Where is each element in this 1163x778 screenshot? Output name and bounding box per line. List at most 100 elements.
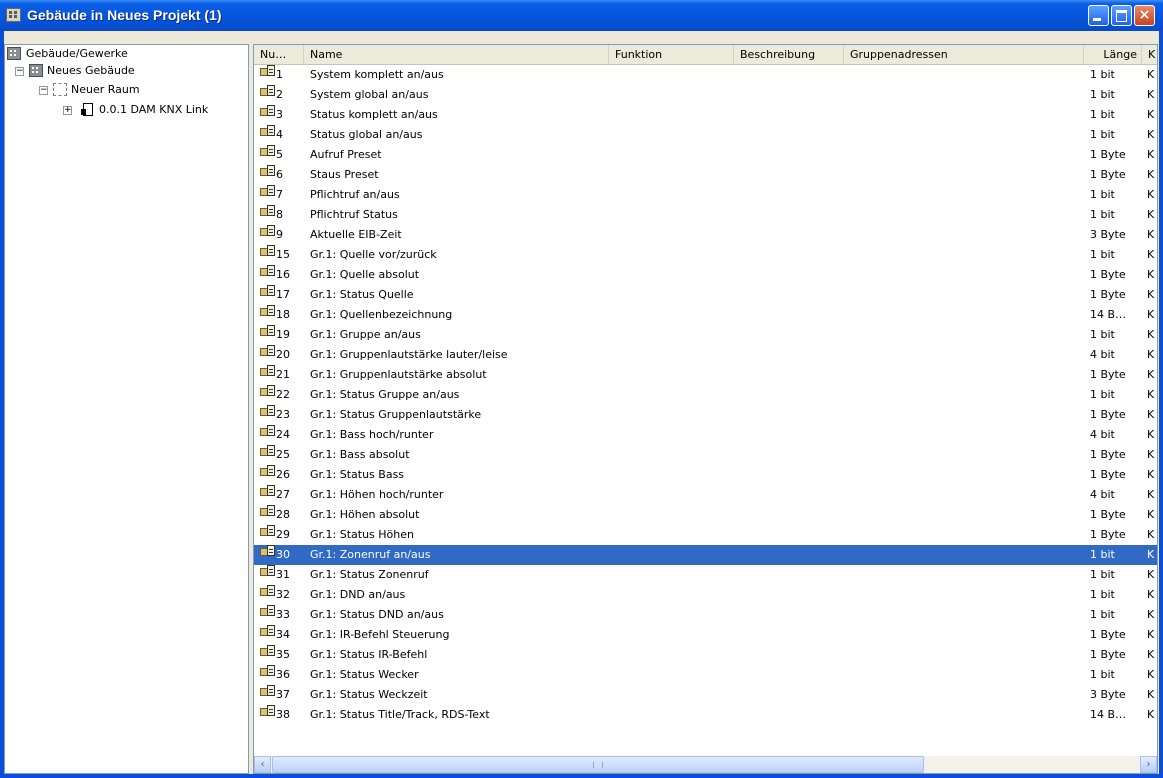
row-number: 5 <box>276 148 283 161</box>
row-length: 1 bit <box>1090 68 1115 81</box>
table-row[interactable]: 26 Gr.1: Status Bass 1 Byte K <box>254 465 1157 485</box>
table-row[interactable]: 23 Gr.1: Status Gruppenlautstärke 1 Byte K <box>254 405 1157 425</box>
table-row[interactable]: 9 Aktuelle EIB-Zeit 3 Byte K <box>254 225 1157 245</box>
table-row[interactable]: 5 Aufruf Preset 1 Byte K <box>254 145 1157 165</box>
table-row[interactable]: 30 Gr.1: Zonenruf an/aus 1 bit K <box>254 545 1157 565</box>
table-row[interactable]: 16 Gr.1: Quelle absolut 1 Byte K <box>254 265 1157 285</box>
row-name: Gr.1: Bass absolut <box>310 448 410 461</box>
table-row[interactable]: 3 Status komplett an/aus 1 bit K <box>254 105 1157 125</box>
row-length: 1 bit <box>1090 188 1115 201</box>
room-icon <box>53 83 67 96</box>
row-number: 9 <box>276 228 283 241</box>
table-row[interactable]: 35 Gr.1: Status IR-Befehl 1 Byte K <box>254 645 1157 665</box>
scroll-right-button[interactable]: › <box>1140 756 1157 773</box>
table-row[interactable]: 6 Staus Preset 1 Byte K <box>254 165 1157 185</box>
row-number: 20 <box>276 348 290 361</box>
row-number: 4 <box>276 128 283 141</box>
row-k: K <box>1147 148 1155 161</box>
table-row[interactable]: 21 Gr.1: Gruppenlautstärke absolut 1 Byte K <box>254 365 1157 385</box>
communication-object-icon <box>260 425 275 437</box>
row-length: 1 Byte <box>1090 448 1126 461</box>
building-icon <box>29 64 43 77</box>
row-name: Gr.1: Zonenruf an/aus <box>310 548 431 561</box>
collapse-icon[interactable]: − <box>15 67 24 76</box>
row-k: K <box>1147 88 1155 101</box>
row-number: 25 <box>276 448 290 461</box>
communication-object-icon <box>260 345 275 357</box>
row-number: 31 <box>276 568 290 581</box>
table-row[interactable]: 17 Gr.1: Status Quelle 1 Byte K <box>254 285 1157 305</box>
row-k: K <box>1147 188 1155 201</box>
table-row[interactable]: 19 Gr.1: Gruppe an/aus 1 bit K <box>254 325 1157 345</box>
close-button[interactable]: × <box>1134 5 1155 26</box>
row-k: K <box>1147 268 1155 281</box>
row-k: K <box>1147 608 1155 621</box>
table-row[interactable]: 22 Gr.1: Status Gruppe an/aus 1 bit K <box>254 385 1157 405</box>
buildings-icon <box>7 47 21 60</box>
table-row[interactable]: 38 Gr.1: Status Title/Track, RDS-Text 14 B… <box>254 705 1157 725</box>
row-length: 1 bit <box>1090 208 1115 221</box>
table-row[interactable]: 27 Gr.1: Höhen hoch/runter 4 bit K <box>254 485 1157 505</box>
row-number: 29 <box>276 528 290 541</box>
table-row[interactable]: 8 Pflichtruf Status 1 bit K <box>254 205 1157 225</box>
table-row[interactable]: 20 Gr.1: Gruppenlautstärke lauter/leise 4 … <box>254 345 1157 365</box>
list-header: Nu… Name Funktion Beschreibung Gruppenad… <box>254 45 1157 65</box>
table-row[interactable]: 2 System global an/aus 1 bit K <box>254 85 1157 105</box>
row-k: K <box>1147 528 1155 541</box>
row-number: 16 <box>276 268 290 281</box>
column-header-beschreibung[interactable]: Beschreibung <box>734 45 844 64</box>
table-row[interactable]: 31 Gr.1: Status Zonenruf 1 bit K <box>254 565 1157 585</box>
column-header-number[interactable]: Nu… <box>254 45 304 64</box>
column-header-funktion[interactable]: Funktion <box>609 45 734 64</box>
objects-list: Nu… Name Funktion Beschreibung Gruppenad… <box>253 44 1158 774</box>
table-row[interactable]: 32 Gr.1: DND an/aus 1 bit K <box>254 585 1157 605</box>
tree-item-label: 0.0.1 DAM KNX Link <box>99 103 209 116</box>
collapse-icon[interactable]: − <box>39 86 48 95</box>
table-row[interactable]: 29 Gr.1: Status Höhen 1 Byte K <box>254 525 1157 545</box>
title-bar[interactable]: Gebäude in Neues Projekt (1) × <box>0 0 1163 31</box>
row-number: 3 <box>276 108 283 121</box>
scroll-thumb[interactable] <box>272 756 924 773</box>
communication-object-icon <box>260 485 275 497</box>
window-bottom-border <box>0 774 1163 778</box>
row-length: 1 Byte <box>1090 628 1126 641</box>
close-icon: × <box>1138 7 1151 23</box>
row-length: 1 Byte <box>1090 508 1126 521</box>
table-row[interactable]: 7 Pflichtruf an/aus 1 bit K <box>254 185 1157 205</box>
column-header-gruppenadressen[interactable]: Gruppenadressen <box>844 45 1084 64</box>
column-header-k[interactable]: K <box>1142 45 1157 64</box>
row-k: K <box>1147 588 1155 601</box>
horizontal-scrollbar[interactable]: ‹ › <box>254 756 1157 773</box>
table-row[interactable]: 25 Gr.1: Bass absolut 1 Byte K <box>254 445 1157 465</box>
table-row[interactable]: 4 Status global an/aus 1 bit K <box>254 125 1157 145</box>
row-name: Gr.1: Status Bass <box>310 468 405 481</box>
communication-object-icon <box>260 465 275 477</box>
table-row[interactable]: 34 Gr.1: IR-Befehl Steuerung 1 Byte K <box>254 625 1157 645</box>
communication-object-icon <box>260 565 275 577</box>
scroll-left-button[interactable]: ‹ <box>254 756 271 773</box>
table-row[interactable]: 37 Gr.1: Status Weckzeit 3 Byte K <box>254 685 1157 705</box>
communication-object-icon <box>260 505 275 517</box>
minimize-button[interactable] <box>1088 5 1109 26</box>
table-row[interactable]: 28 Gr.1: Höhen absolut 1 Byte K <box>254 505 1157 525</box>
table-row[interactable]: 15 Gr.1: Quelle vor/zurück 1 bit K <box>254 245 1157 265</box>
table-row[interactable]: 1 System komplett an/aus 1 bit K <box>254 65 1157 85</box>
chevron-left-icon: ‹ <box>260 759 265 770</box>
column-header-laenge[interactable]: Länge <box>1084 45 1142 64</box>
row-length: 1 bit <box>1090 548 1115 561</box>
row-name: Gr.1: Höhen absolut <box>310 508 420 521</box>
row-name: Pflichtruf an/aus <box>310 188 400 201</box>
row-name: Gr.1: Status Zonenruf <box>310 568 429 581</box>
row-length: 1 bit <box>1090 388 1115 401</box>
table-row[interactable]: 33 Gr.1: Status DND an/aus 1 bit K <box>254 605 1157 625</box>
table-row[interactable]: 24 Gr.1: Bass hoch/runter 4 bit K <box>254 425 1157 445</box>
table-row[interactable]: 18 Gr.1: Quellenbezeichnung 14 B… K <box>254 305 1157 325</box>
maximize-button[interactable] <box>1111 5 1132 26</box>
row-k: K <box>1147 708 1155 721</box>
column-header-name[interactable]: Name <box>304 45 609 64</box>
expand-icon[interactable]: + <box>63 106 72 115</box>
tree-item-label: Neuer Raum <box>71 83 140 96</box>
table-row[interactable]: 36 Gr.1: Status Wecker 1 bit K <box>254 665 1157 685</box>
building-tree: Gebäude/Gewerke − Neues Gebäude − Neuer … <box>4 44 249 774</box>
row-number: 6 <box>276 168 283 181</box>
